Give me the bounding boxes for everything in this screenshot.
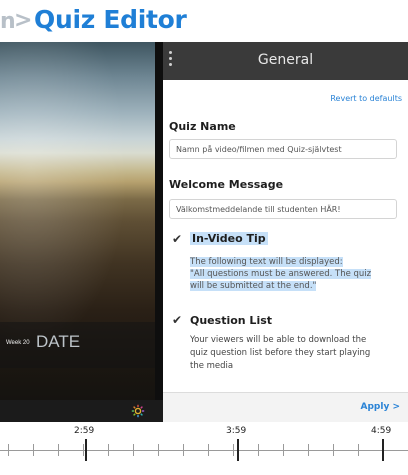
in-video-tip-checkbox[interactable]: ✔ xyxy=(172,232,182,246)
timeline-tick xyxy=(358,444,359,456)
question-list-checkbox[interactable]: ✔ xyxy=(172,313,182,327)
timeline-tick xyxy=(283,444,284,456)
timeline-tick xyxy=(233,444,234,456)
timeline-tick xyxy=(58,444,59,456)
page-title: Quiz Editor xyxy=(34,5,187,34)
panel-header: General xyxy=(163,42,408,80)
timeline-tick xyxy=(258,444,259,456)
timeline-axis xyxy=(0,450,408,451)
timeline-label: 2:59 xyxy=(74,426,95,436)
welcome-message-input[interactable]: Välkomstmeddelande till studenten HÄR! xyxy=(169,199,397,219)
timeline-major-tick xyxy=(382,439,384,461)
timeline[interactable]: 2:59 3:59 4:59 xyxy=(0,422,408,475)
timeline-tick xyxy=(208,444,209,456)
timeline-tick xyxy=(8,444,9,456)
timeline-major-tick xyxy=(85,439,87,461)
timeline-tick xyxy=(308,444,309,456)
timeline-label: 3:59 xyxy=(226,426,247,436)
panel-divider xyxy=(155,42,163,400)
timeline-tick xyxy=(158,444,159,456)
timeline-label: 4:59 xyxy=(371,426,392,436)
in-video-tip-label: In-Video Tip xyxy=(190,232,268,245)
question-list-text: Your viewers will be able to download th… xyxy=(190,335,371,371)
quiz-name-input[interactable]: Namn på video/filmen med Quiz-självtest xyxy=(169,139,397,159)
panel-footer: Apply > xyxy=(163,392,408,423)
apply-button[interactable]: Apply > xyxy=(361,402,400,412)
timeline-tick xyxy=(133,444,134,456)
timeline-tick xyxy=(183,444,184,456)
timeline-tick xyxy=(333,444,334,456)
video-preview[interactable]: Week 20 DATE xyxy=(0,42,155,400)
date-label: DATE xyxy=(36,332,81,351)
in-video-tip-text: The following text will be displayed: "A… xyxy=(190,257,372,291)
header: n > Quiz Editor xyxy=(0,0,408,42)
revert-to-defaults-link[interactable]: Revert to defaults xyxy=(330,94,402,103)
gear-icon[interactable] xyxy=(131,404,145,418)
welcome-message-label: Welcome Message xyxy=(169,178,284,191)
quiz-name-label: Quiz Name xyxy=(169,120,236,133)
timeline-tick xyxy=(108,444,109,456)
timeline-tick xyxy=(83,444,84,456)
timeline-major-tick xyxy=(237,439,239,461)
timeline-tick xyxy=(33,444,34,456)
breadcrumb-separator: > xyxy=(14,8,33,33)
panel-title: General xyxy=(257,52,314,68)
week-label: Week 20 xyxy=(6,340,30,346)
question-list-label: Question List xyxy=(190,314,273,327)
